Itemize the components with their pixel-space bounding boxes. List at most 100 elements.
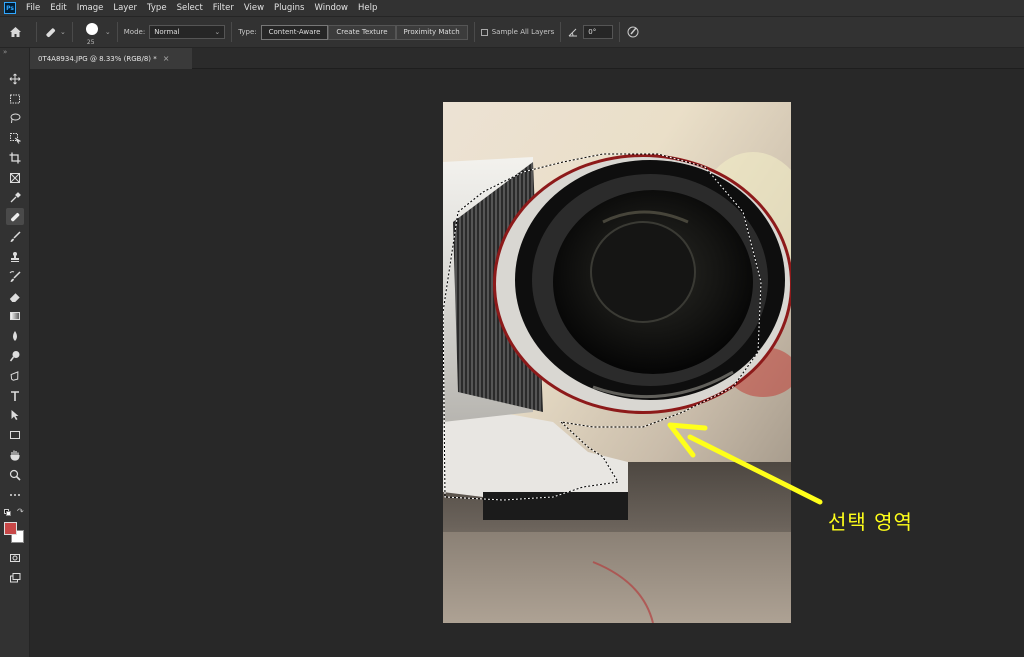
blur-tool[interactable] (6, 327, 24, 344)
type-tool[interactable] (6, 387, 24, 404)
clone-stamp-icon (11, 251, 19, 262)
more-tools-button[interactable] (6, 486, 24, 503)
home-button[interactable] (0, 26, 30, 38)
divider (36, 22, 37, 42)
path-selection-tool[interactable] (6, 406, 24, 423)
menu-filter[interactable]: Filter (208, 3, 239, 13)
ellipsis-icon (10, 493, 20, 496)
content-aware-button[interactable]: Content-Aware (260, 24, 329, 40)
angle-value: 0° (588, 28, 597, 36)
move-icon (9, 73, 21, 84)
default-colors-icon[interactable] (4, 509, 11, 516)
menu-window[interactable]: Window (309, 3, 353, 13)
divider (231, 22, 233, 42)
menu-plugins[interactable]: Plugins (269, 3, 309, 13)
frame-tool[interactable] (6, 169, 24, 186)
document-tab-title: 0T4A8934.JPG @ 8.33% (RGB/8) * (38, 54, 157, 63)
object-selection-tool[interactable] (6, 129, 24, 146)
zoom-tool[interactable] (6, 466, 24, 483)
pen-icon (10, 370, 19, 381)
history-brush-icon (9, 270, 21, 282)
quick-mask-tool[interactable] (6, 549, 24, 566)
brush-icon (10, 230, 21, 242)
pressure-size-icon[interactable] (626, 25, 640, 39)
proximity-match-button[interactable]: Proximity Match (395, 24, 468, 40)
spot-healing-brush-tool[interactable] (6, 208, 24, 225)
eraser-tool[interactable] (6, 288, 24, 305)
brush-size-value: 25 (86, 39, 95, 46)
screen-mode-tool[interactable] (6, 569, 24, 586)
menu-view[interactable]: View (239, 3, 269, 13)
marquee-tool[interactable] (6, 90, 24, 107)
sample-all-layers-checkbox[interactable]: Sample All Layers (480, 28, 555, 36)
create-texture-button[interactable]: Create Texture (328, 24, 396, 40)
clone-stamp-tool[interactable] (6, 248, 24, 265)
menu-type[interactable]: Type (142, 3, 172, 13)
menu-bar: Ps File Edit Image Layer Type Select Fil… (0, 0, 1024, 16)
crop-icon (9, 152, 21, 163)
angle-input[interactable]: 0° (583, 25, 614, 39)
lens-photo-image (443, 102, 791, 623)
path-selection-icon (11, 409, 19, 420)
menu-layer[interactable]: Layer (108, 3, 142, 13)
brush-size-picker[interactable]: 25 (79, 17, 105, 47)
dodge-icon (9, 350, 20, 361)
document-canvas-photo[interactable] (443, 102, 791, 623)
menu-image[interactable]: Image (72, 3, 109, 13)
gradient-icon (10, 311, 20, 320)
options-bar: ⌄ 25 ⌄ Mode: Normal ⌄ Type: Content-Awar… (0, 16, 1024, 48)
brush-tip-preview (85, 23, 98, 35)
photoshop-logo-icon: Ps (4, 2, 16, 14)
menu-edit[interactable]: Edit (45, 3, 71, 13)
eyedropper-tool[interactable] (6, 189, 24, 206)
move-tool[interactable] (6, 70, 24, 87)
hand-icon (10, 450, 20, 461)
lasso-tool[interactable] (6, 109, 24, 126)
divider (116, 22, 118, 42)
foreground-color-swatch[interactable] (4, 522, 17, 535)
mode-dropdown[interactable]: Normal ⌄ (149, 25, 226, 39)
frame-icon (10, 172, 20, 183)
menu-help[interactable]: Help (353, 3, 382, 13)
history-brush-tool[interactable] (6, 268, 24, 285)
type-label: Type: (238, 28, 257, 36)
brush-tool[interactable] (6, 228, 24, 245)
home-icon (9, 27, 21, 37)
marquee-icon (10, 94, 20, 103)
rectangle-icon (10, 430, 20, 439)
menu-select[interactable]: Select (172, 3, 208, 13)
annotation-label: 선택 영역 (828, 510, 913, 534)
gradient-tool[interactable] (6, 307, 24, 324)
collapse-panel-icon[interactable]: » (3, 48, 7, 56)
rectangle-tool[interactable] (6, 426, 24, 443)
dodge-tool[interactable] (6, 347, 24, 364)
pen-tool[interactable] (6, 367, 24, 384)
tools-panel: » ↷ (0, 48, 30, 657)
document-tab-bar: 0T4A8934.JPG @ 8.33% (RGB/8) * × (30, 48, 1024, 69)
checkbox-box (480, 28, 488, 36)
chevron-down-icon: ⌄ (214, 28, 221, 36)
divider (71, 22, 73, 42)
screen-mode-icon (10, 572, 21, 582)
eyedropper-icon (10, 191, 21, 202)
close-icon[interactable]: × (163, 54, 170, 63)
blur-icon (13, 330, 17, 341)
hand-tool[interactable] (6, 446, 24, 463)
document-tab[interactable]: 0T4A8934.JPG @ 8.33% (RGB/8) * × (30, 48, 192, 69)
spot-healing-brush-icon (46, 28, 56, 38)
crop-tool[interactable] (6, 149, 24, 166)
divider (619, 22, 621, 42)
eraser-icon (9, 292, 20, 302)
tool-preset-picker[interactable]: ⌄ (43, 25, 66, 39)
object-selection-icon (10, 132, 21, 144)
mode-value: Normal (154, 28, 180, 36)
lasso-icon (10, 113, 21, 123)
menu-file[interactable]: File (21, 3, 45, 13)
type-icon (11, 390, 19, 401)
chevron-down-icon[interactable]: ⌄ (105, 28, 111, 36)
chevron-down-icon: ⌄ (60, 28, 66, 36)
sample-all-layers-label: Sample All Layers (491, 28, 555, 36)
divider (560, 22, 562, 42)
swap-colors-icon[interactable]: ↷ (17, 507, 24, 516)
quick-mask-icon (10, 553, 20, 562)
